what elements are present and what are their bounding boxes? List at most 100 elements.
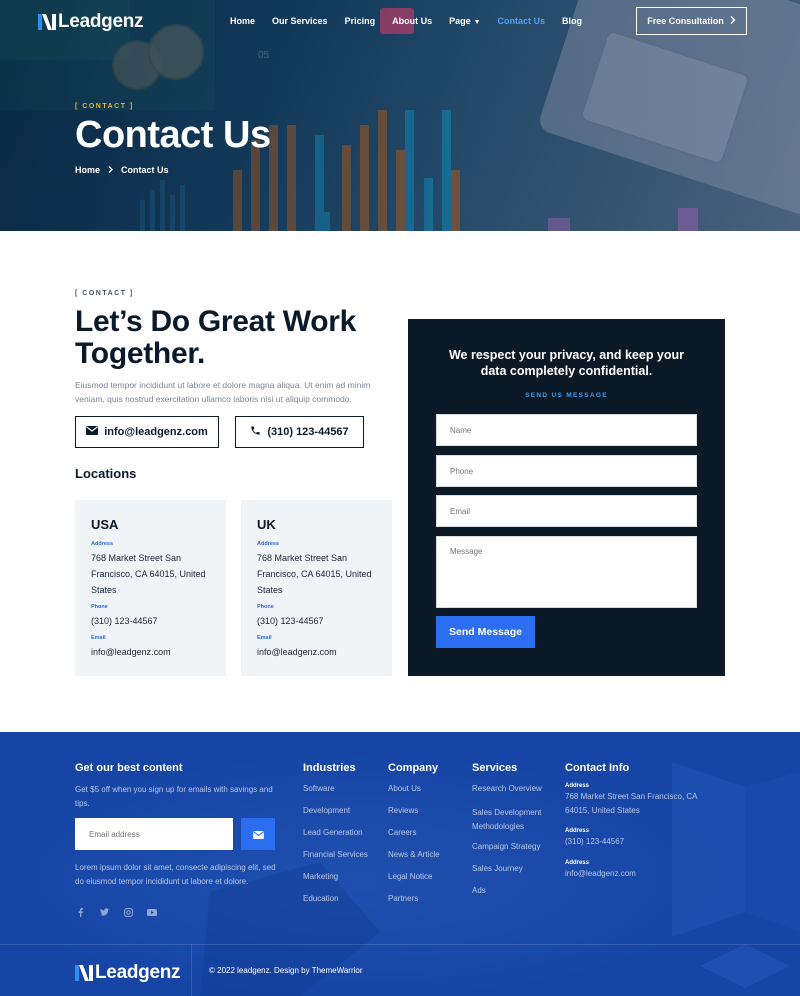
page-title: Contact Us (75, 114, 271, 156)
location-country: UK (257, 517, 276, 532)
footer-link-marketing[interactable]: Marketing (303, 872, 338, 881)
industries-heading: Industries (303, 762, 356, 774)
newsletter-email-input[interactable] (75, 818, 233, 850)
message-field[interactable] (436, 536, 697, 608)
footer-link-legal-notice[interactable]: Legal Notice (388, 872, 432, 881)
footer-link-careers[interactable]: Careers (388, 828, 416, 837)
footer-link-financial-services[interactable]: Financial Services (303, 850, 368, 859)
mail-icon (252, 827, 264, 842)
newsletter-text: Get $5 off when you sign up for emails w… (75, 785, 273, 808)
hero-banner: 05 Leadgenz Home Our Services Pricing Ab… (0, 0, 800, 231)
nav-item-page-label: Page (449, 16, 471, 26)
nav-item-home[interactable]: Home (230, 16, 255, 26)
copyright-text: © 2022 leadgenz. Design by ThemeWarrior (209, 966, 363, 975)
footer-link-lead-generation[interactable]: Lead Generation (303, 828, 363, 837)
form-title: We respect your privacy, and keep your d… (448, 348, 685, 378)
newsletter-submit-button[interactable] (241, 818, 275, 850)
footer-link-development[interactable]: Development (303, 806, 350, 815)
email-contact-button[interactable]: info@leadgenz.com (75, 416, 219, 448)
location-phone: (310) 123-44567 (91, 616, 158, 626)
location-phone-label: Phone (257, 604, 274, 610)
footer-email-label: Address (565, 860, 590, 866)
breadcrumb-home[interactable]: Home (75, 165, 100, 175)
logo-text: Leadgenz (58, 11, 144, 32)
send-message-button[interactable]: Send Message (436, 616, 535, 648)
facebook-icon[interactable] (75, 907, 85, 917)
location-address: 768 Market Street San Francisco, CA 6401… (91, 553, 206, 595)
form-subtitle: SEND US MESSAGE (525, 392, 608, 399)
breadcrumb-current: Contact Us (121, 165, 169, 175)
nav-item-our-services[interactable]: Our Services (272, 16, 328, 26)
footer-link-about-us[interactable]: About Us (388, 784, 421, 793)
location-address-label: Address (257, 541, 280, 547)
chevron-down-icon: ▼ (473, 19, 481, 26)
location-phone: (310) 123-44567 (257, 616, 324, 626)
location-card-uk: UK Address 768 Market Street San Francis… (241, 500, 392, 676)
footer-link-news-article[interactable]: News & Article (388, 850, 440, 859)
email-contact-label: info@leadgenz.com (104, 426, 208, 438)
footer-vertical-divider (191, 944, 192, 996)
breadcrumb: Home Contact Us (75, 165, 169, 175)
location-email-label: Email (91, 635, 106, 641)
logo-text: Leadgenz (95, 962, 181, 983)
services-heading: Services (472, 762, 518, 774)
phone-contact-button[interactable]: (310) 123-44567 (235, 416, 364, 448)
phone-contact-label: (310) 123-44567 (267, 426, 349, 438)
nav-item-pricing[interactable]: Pricing (345, 16, 376, 26)
mail-icon (86, 426, 99, 438)
footer-link-research-overview[interactable]: Research Overview (472, 784, 542, 793)
company-heading: Company (388, 762, 439, 774)
chevron-right-icon (108, 165, 113, 175)
instagram-icon[interactable] (123, 907, 133, 917)
nav-item-page[interactable]: Page ▼ (449, 16, 480, 26)
location-country: USA (91, 517, 119, 532)
footer-phone: (310) 123-44567 (565, 837, 625, 846)
chevron-right-icon (730, 16, 736, 26)
footer-link-sales-development[interactable]: Sales Development Methodologies (472, 806, 552, 833)
footer-link-campaign-strategy[interactable]: Campaign Strategy (472, 842, 540, 851)
location-address: 768 Market Street San Francisco, CA 6401… (257, 553, 372, 595)
location-card-usa: USA Address 768 Market Street San Franci… (75, 500, 226, 676)
contact-info-heading: Contact Info (565, 762, 630, 774)
contact-form: We respect your privacy, and keep your d… (408, 319, 725, 676)
footer-email: info@leadgenz.com (565, 869, 636, 878)
main-navigation: Leadgenz Home Our Services Pricing About… (0, 0, 800, 44)
nav-item-about-us[interactable]: About Us (392, 16, 432, 26)
footer-address-label: Address (565, 783, 590, 789)
location-email: info@leadgenz.com (91, 647, 171, 657)
youtube-icon[interactable] (147, 907, 157, 917)
nav-item-blog[interactable]: Blog (562, 16, 582, 26)
footer-about-text: Lorem ipsum dolor sit amet, consecte adi… (75, 863, 276, 886)
footer-divider (0, 944, 800, 945)
name-field[interactable] (436, 414, 697, 446)
phone-field[interactable] (436, 455, 697, 487)
free-consultation-button[interactable]: Free Consultation (636, 7, 747, 35)
contact-eyebrow: [ CONTACT ] (75, 290, 134, 297)
footer-phone-label: Address (565, 828, 590, 834)
footer-link-ads[interactable]: Ads (472, 886, 486, 895)
footer-link-partners[interactable]: Partners (388, 894, 418, 903)
location-email: info@leadgenz.com (257, 647, 337, 657)
footer-brand-logo[interactable]: Leadgenz (75, 962, 181, 984)
footer-link-sales-journey[interactable]: Sales Journey (472, 864, 523, 873)
newsletter-heading: Get our best content (75, 762, 183, 774)
nav-item-contact-us[interactable]: Contact Us (498, 16, 546, 26)
contact-intro: Eiusmod tempor incididunt ut labore et d… (75, 380, 371, 404)
twitter-icon[interactable] (99, 907, 109, 917)
phone-icon (250, 425, 261, 439)
site-footer: Get our best content Get $5 off when you… (0, 732, 800, 996)
footer-link-software[interactable]: Software (303, 784, 335, 793)
footer-link-reviews[interactable]: Reviews (388, 806, 418, 815)
location-phone-label: Phone (91, 604, 108, 610)
logo-icon (75, 965, 93, 981)
nav-links: Home Our Services Pricing About Us Page ▼… (230, 16, 599, 26)
free-consultation-label: Free Consultation (647, 16, 724, 26)
footer-address: 768 Market Street San Francisco, CA 6401… (565, 792, 698, 815)
locations-heading: Locations (75, 466, 137, 481)
contact-heading: Let’s Do Great Work Together. (75, 305, 357, 370)
brand-logo[interactable]: Leadgenz (38, 11, 144, 33)
email-field[interactable] (436, 495, 697, 527)
footer-link-education[interactable]: Education (303, 894, 339, 903)
location-address-label: Address (91, 541, 114, 547)
social-links (75, 907, 157, 917)
